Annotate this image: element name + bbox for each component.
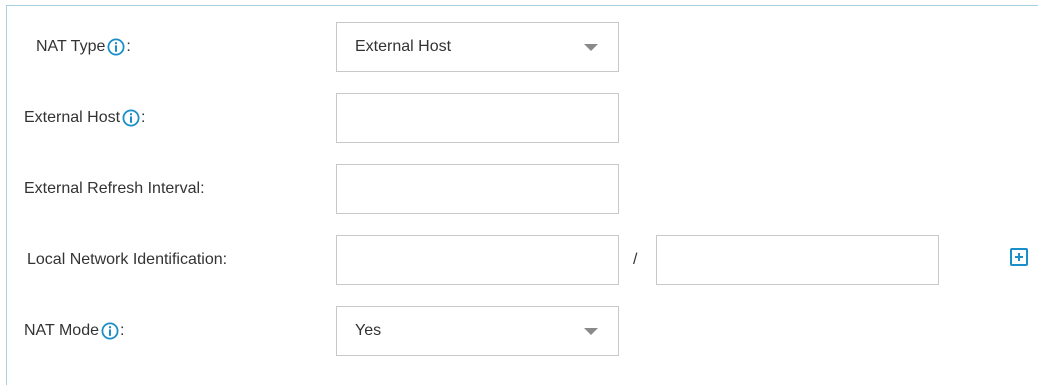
external-host-input[interactable] <box>336 93 619 143</box>
plus-square-icon[interactable] <box>1010 248 1028 266</box>
chevron-down-icon <box>584 44 598 51</box>
local-network-mask-input[interactable] <box>656 235 939 285</box>
external-refresh-interval-label-text: External Refresh Interval: <box>24 180 205 197</box>
nat-mode-select[interactable]: Yes <box>336 306 619 356</box>
nat-mode-selected-value: Yes <box>355 322 382 339</box>
nat-mode-label-text: NAT Mode <box>24 322 99 339</box>
local-network-address-input[interactable] <box>336 235 619 285</box>
local-network-identification-label-text: Local Network Identification: <box>27 251 228 268</box>
external-host-label: External Host : <box>24 108 146 128</box>
info-icon[interactable] <box>107 38 125 56</box>
nat-type-select[interactable]: External Host <box>336 22 619 72</box>
external-host-label-suffix: : <box>141 109 146 126</box>
info-icon[interactable] <box>122 109 140 127</box>
nat-type-selected-value: External Host <box>355 38 452 55</box>
nat-type-label-text: NAT Type <box>36 38 106 55</box>
chevron-down-icon <box>584 328 598 335</box>
external-host-label-text: External Host <box>24 109 121 126</box>
external-refresh-interval-label: External Refresh Interval: <box>24 179 205 199</box>
network-separator: / <box>633 251 638 268</box>
nat-type-label: NAT Type : <box>36 37 131 57</box>
local-network-identification-label: Local Network Identification: <box>27 250 227 270</box>
external-refresh-interval-input[interactable] <box>336 164 619 214</box>
nat-type-label-suffix: : <box>126 38 131 55</box>
nat-mode-label: NAT Mode : <box>24 321 124 341</box>
info-icon[interactable] <box>101 322 119 340</box>
nat-mode-label-suffix: : <box>120 322 125 339</box>
